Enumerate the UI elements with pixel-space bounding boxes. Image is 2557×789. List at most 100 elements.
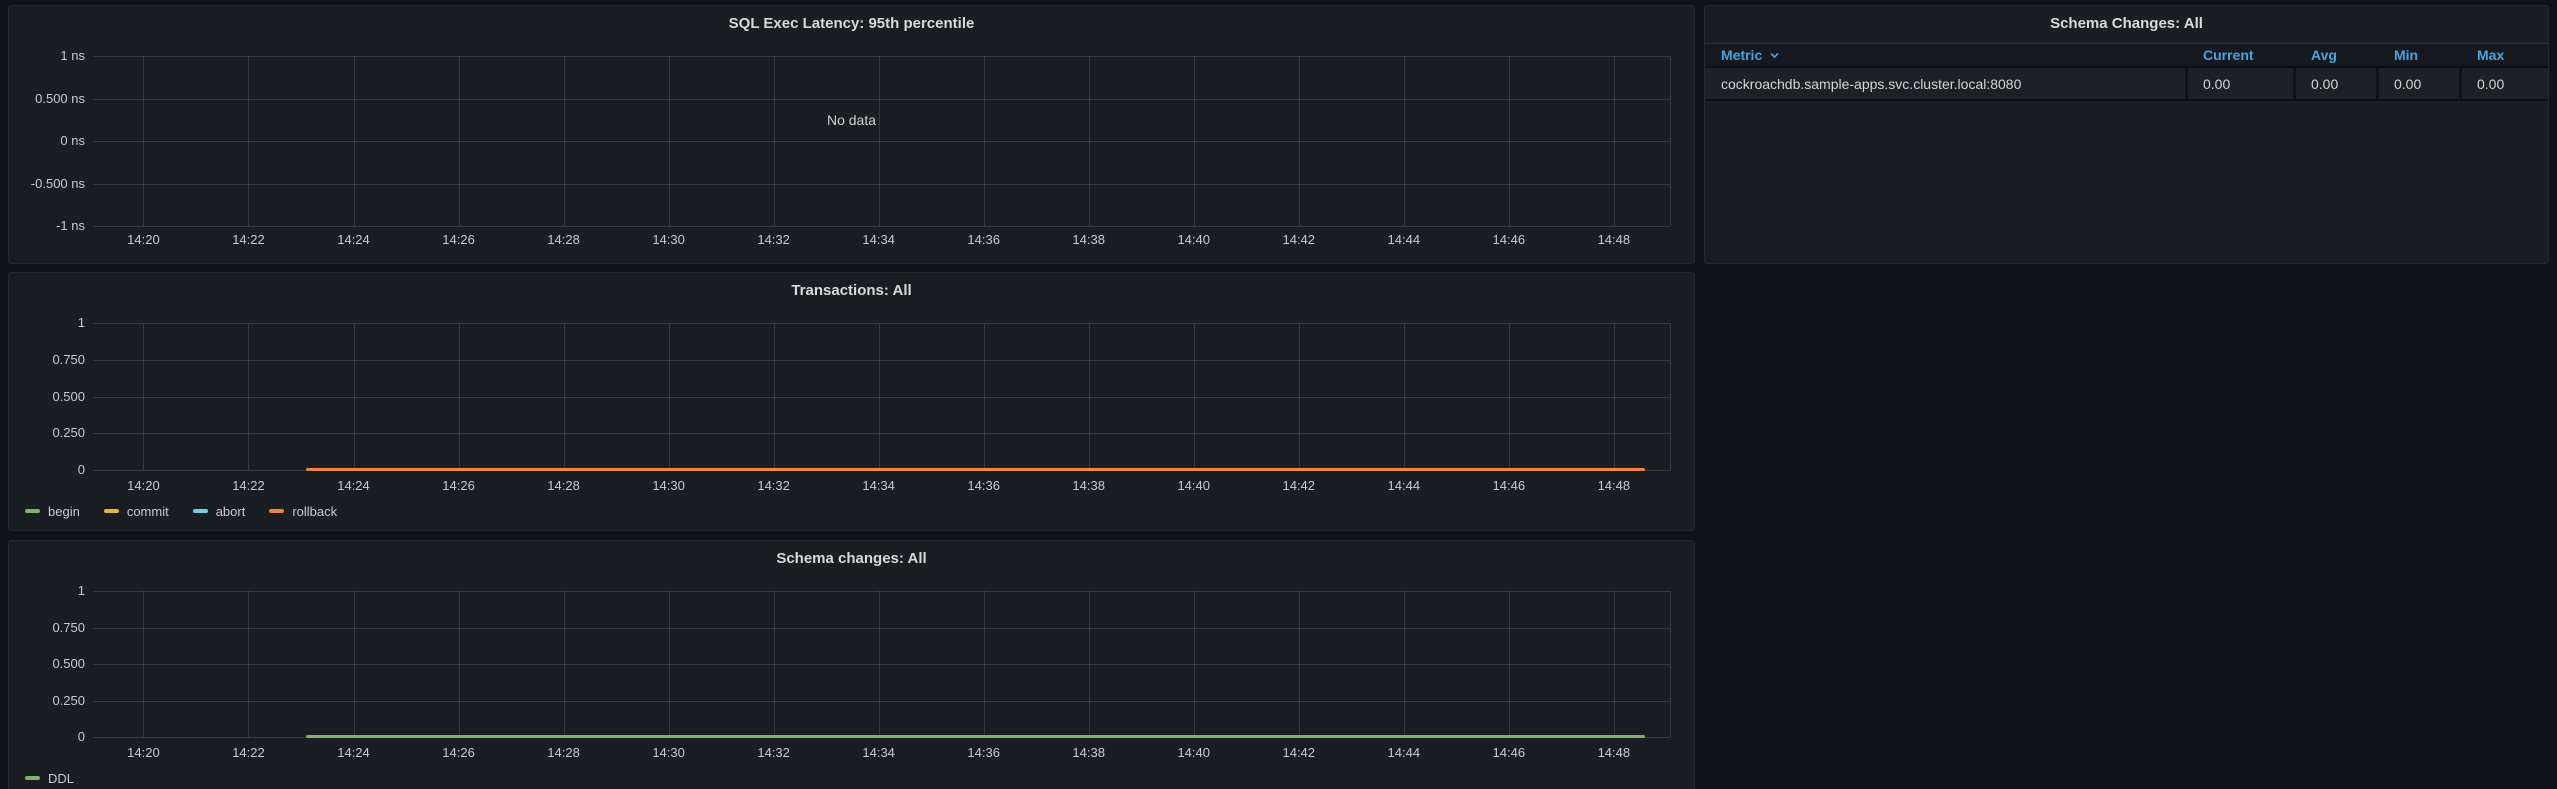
vertical-gridline <box>248 56 249 226</box>
x-axis-tick-label: 14:20 <box>108 231 178 249</box>
legend-label: rollback <box>292 504 337 519</box>
panel-title-schema-changes-table[interactable]: Schema Changes: All <box>1705 15 2548 32</box>
vertical-gridline <box>1089 591 1090 737</box>
vertical-gridline <box>1614 323 1615 470</box>
y-axis-tick-label: 0 ns <box>9 132 85 150</box>
x-axis-tick-label: 14:28 <box>529 231 599 249</box>
x-axis-tick-label: 14:38 <box>1054 231 1124 249</box>
column-header-avg[interactable]: Avg <box>2293 47 2376 63</box>
y-axis-tick-label: -1 ns <box>9 217 85 235</box>
horizontal-gridline <box>93 141 1670 142</box>
legend-item-DDL[interactable]: DDL <box>25 771 74 786</box>
vertical-gridline <box>1614 56 1615 226</box>
vertical-gridline <box>143 56 144 226</box>
x-axis-tick-label: 14:32 <box>739 744 809 762</box>
y-axis-tick-label: 0 <box>9 728 85 746</box>
vertical-gridline <box>1194 323 1195 470</box>
chart-legend: begin commit abort rollback <box>25 501 337 521</box>
legend-item-rollback[interactable]: rollback <box>269 504 337 519</box>
column-header-min[interactable]: Min <box>2376 47 2459 63</box>
vertical-gridline <box>1089 56 1090 226</box>
legend-label: begin <box>48 504 80 519</box>
panel-title-schema-changes-chart[interactable]: Schema changes: All <box>9 550 1694 567</box>
x-axis-tick-label: 14:42 <box>1264 744 1334 762</box>
x-axis-tick-label: 14:42 <box>1264 231 1334 249</box>
series-line-DDL <box>306 735 1645 738</box>
min-value-cell: 0.00 <box>2376 68 2459 99</box>
vertical-gridline <box>879 591 880 737</box>
vertical-gridline <box>1509 591 1510 737</box>
x-axis-tick-label: 14:40 <box>1159 231 1229 249</box>
vertical-gridline <box>669 56 670 226</box>
y-axis-tick-label: -0.500 ns <box>9 175 85 193</box>
x-axis-tick-label: 14:36 <box>949 477 1019 495</box>
column-header-current[interactable]: Current <box>2185 47 2293 63</box>
x-axis-tick-label: 14:40 <box>1159 744 1229 762</box>
legend-label: commit <box>127 504 169 519</box>
x-axis-tick-label: 14:24 <box>319 231 389 249</box>
legend-swatch-icon <box>25 509 40 513</box>
avg-value-cell: 0.00 <box>2293 68 2376 99</box>
vertical-gridline <box>1194 591 1195 737</box>
vertical-gridline <box>143 591 144 737</box>
legend-item-commit[interactable]: commit <box>104 504 169 519</box>
vertical-gridline <box>354 56 355 226</box>
x-axis-tick-label: 14:22 <box>213 231 283 249</box>
x-axis-tick-label: 14:34 <box>844 231 914 249</box>
y-axis-tick-label: 0.500 <box>9 655 85 673</box>
x-axis-tick-label: 14:26 <box>424 744 494 762</box>
y-axis-tick-label: 1 <box>9 314 85 332</box>
no-data-message: No data <box>9 112 1694 128</box>
y-axis-tick-label: 0.500 <box>9 388 85 406</box>
x-axis-tick-label: 14:42 <box>1264 477 1334 495</box>
y-axis-tick-label: 1 ns <box>9 47 85 65</box>
x-axis-tick-label: 14:46 <box>1474 744 1544 762</box>
max-value-cell: 0.00 <box>2459 68 2548 99</box>
x-axis-tick-label: 14:44 <box>1369 477 1439 495</box>
legend-item-abort[interactable]: abort <box>193 504 246 519</box>
legend-swatch-icon <box>25 776 40 780</box>
legend-item-begin[interactable]: begin <box>25 504 80 519</box>
vertical-gridline <box>1404 56 1405 226</box>
legend-label: abort <box>216 504 246 519</box>
vertical-gridline <box>564 591 565 737</box>
vertical-gridline <box>1404 323 1405 470</box>
y-axis-tick-label: 0.250 <box>9 692 85 710</box>
series-line-rollback <box>306 468 1645 471</box>
column-header-max[interactable]: Max <box>2459 47 2548 63</box>
panel-title-sql-exec-latency[interactable]: SQL Exec Latency: 95th percentile <box>9 15 1694 32</box>
current-value-cell: 0.00 <box>2185 68 2293 99</box>
panel-transactions: Transactions: All 10.7500.5000.250014:20… <box>8 272 1695 531</box>
vertical-gridline <box>459 591 460 737</box>
panel-sql-exec-latency: SQL Exec Latency: 95th percentile 1 ns0.… <box>8 5 1695 264</box>
panel-title-transactions[interactable]: Transactions: All <box>9 282 1694 299</box>
column-header-metric[interactable]: Metric <box>1705 47 2185 63</box>
x-axis-tick-label: 14:36 <box>949 744 1019 762</box>
vertical-gridline <box>248 323 249 470</box>
vertical-gridline <box>564 56 565 226</box>
x-axis-tick-label: 14:38 <box>1054 477 1124 495</box>
horizontal-gridline <box>93 56 1670 57</box>
x-axis-tick-label: 14:48 <box>1579 744 1649 762</box>
vertical-gridline <box>248 591 249 737</box>
horizontal-gridline <box>93 397 1670 398</box>
vertical-gridline <box>354 323 355 470</box>
legend-swatch-icon <box>269 509 284 513</box>
horizontal-gridline <box>93 701 1670 702</box>
horizontal-gridline <box>93 360 1670 361</box>
column-header-metric-label: Metric <box>1721 47 1762 63</box>
vertical-gridline <box>1404 591 1405 737</box>
legend-swatch-icon <box>104 509 119 513</box>
vertical-gridline <box>879 56 880 226</box>
y-axis-tick-label: 0.750 <box>9 351 85 369</box>
x-axis-tick-label: 14:48 <box>1579 231 1649 249</box>
table-header: Metric Current Avg Min Max <box>1705 43 2548 68</box>
vertical-gridline <box>774 323 775 470</box>
x-axis-tick-label: 14:38 <box>1054 744 1124 762</box>
x-axis-tick-label: 14:32 <box>739 477 809 495</box>
vertical-gridline <box>1299 56 1300 226</box>
horizontal-gridline <box>93 628 1670 629</box>
x-axis-tick-label: 14:30 <box>634 477 704 495</box>
x-axis-tick-label: 14:20 <box>108 477 178 495</box>
sort-caret-down-icon <box>1769 50 1780 61</box>
